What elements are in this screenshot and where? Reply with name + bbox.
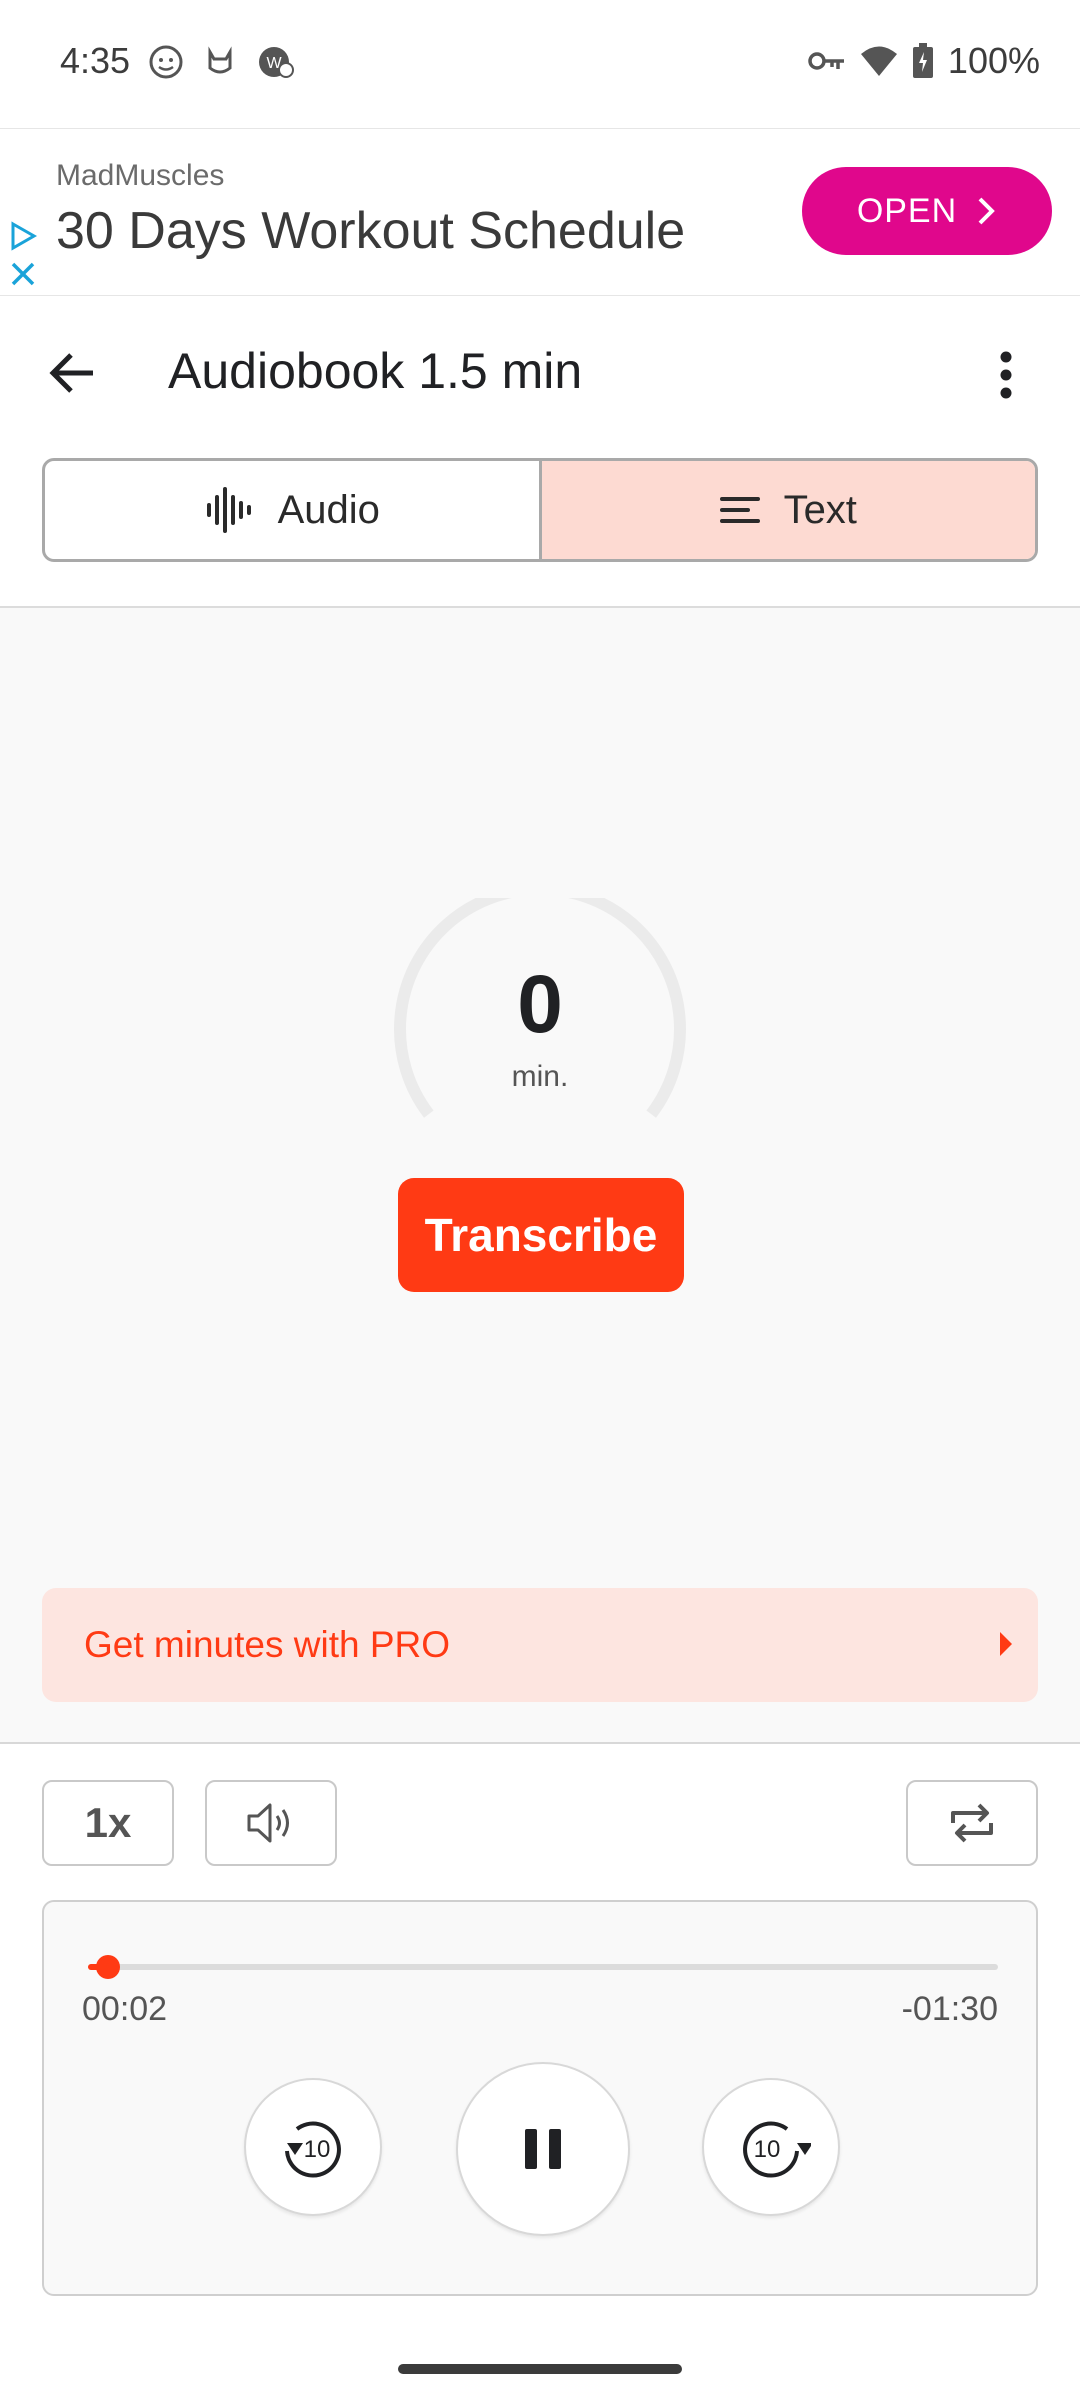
face-icon [149,45,183,79]
get-pro-banner[interactable]: Get minutes with PRO [42,1588,1038,1702]
minutes-value: 0 [517,959,563,1050]
minutes-unit: min. [511,1060,569,1093]
forward-10-button[interactable]: 10 [702,2078,840,2216]
status-icons-right: 100% [808,40,1040,82]
replay-10-icon: 10 [285,2121,341,2178]
status-bar: 4:35 W 100% [0,0,1080,128]
back-button[interactable] [40,340,106,406]
time-remaining: -01:30 [901,1990,998,2028]
ad-brand: MadMuscles [56,159,225,192]
app-icon: W [259,47,294,78]
cat-icon [208,46,232,74]
view-toggle: Audio Text [42,458,1038,562]
tab-audio-label: Audio [277,487,380,532]
audio-player: 00:02 -01:30 10 10 [42,1900,1038,2296]
wifi-icon [860,46,897,76]
tab-text[interactable]: Text [538,461,1035,559]
tab-text-label: Text [783,487,857,532]
pause-icon [525,2129,561,2169]
pause-button[interactable] [456,2062,630,2236]
ad-banner[interactable]: MadMuscles 30 Days Workout Schedule OPEN [0,128,1080,296]
adchoices-icon[interactable] [8,221,38,251]
status-icons-left: W [148,44,296,80]
page-title: Audiobook 1.5 min [168,343,583,399]
ad-close-icon[interactable] [10,261,36,287]
repeat-icon [951,1803,993,1843]
transcribe-button[interactable]: Transcribe [398,1178,684,1292]
progress-thumb[interactable] [96,1955,121,1979]
repeat-button[interactable] [906,1780,1038,1866]
divider [0,1742,1080,1744]
ad-open-button[interactable]: OPEN [802,167,1052,255]
status-time: 4:35 [60,40,131,81]
app-toolbar: Audiobook 1.5 min [0,296,1080,450]
volume-button[interactable] [205,1780,337,1866]
ad-title[interactable]: 30 Days Workout Schedule [56,201,685,261]
tab-audio[interactable]: Audio [45,461,539,559]
forward-10-label: 10 [754,2136,781,2163]
battery-percent: 100% [947,40,1040,81]
get-pro-label: Get minutes with PRO [84,1624,451,1665]
forward-10-icon: 10 [743,2121,811,2178]
rewind-10-button[interactable]: 10 [244,2078,382,2216]
battery-icon [912,43,933,78]
progress-track[interactable] [88,1955,998,1979]
home-indicator[interactable] [398,2364,682,2374]
chevron-right-icon [978,197,996,225]
arrow-right-icon [1000,1632,1012,1656]
time-elapsed: 00:02 [82,1990,168,2028]
arrow-back-icon [49,353,93,393]
text-lines-icon [719,497,760,523]
more-vert-icon [1000,351,1012,399]
transcription-panel: 0 min. Transcribe Get minutes with PRO [0,608,1080,1742]
ad-open-label: OPEN [856,191,958,230]
waveform-icon [206,487,251,533]
more-options-button[interactable] [976,342,1036,408]
volume-icon [247,1803,289,1843]
playback-speed-button[interactable]: 1x [42,1780,174,1866]
rewind-10-label: 10 [304,2136,331,2163]
vpn-key-icon [808,52,844,70]
